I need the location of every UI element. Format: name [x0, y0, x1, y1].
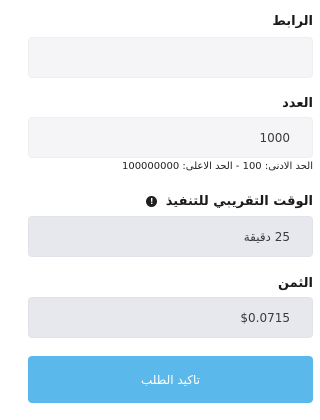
- price-label: الثمن: [277, 276, 313, 291]
- price-value: $0.0715: [240, 311, 290, 325]
- max-limit-value: 100000000: [121, 161, 180, 172]
- info-icon[interactable]: !: [146, 196, 158, 207]
- min-limit-value: 100: [242, 161, 262, 172]
- link-label: الرابط: [272, 14, 313, 29]
- quantity-field-box: [28, 117, 313, 158]
- price-field: $0.0715: [28, 297, 313, 338]
- min-limit-label: الحد الادنى:: [264, 161, 313, 172]
- link-field-box: [28, 37, 313, 78]
- max-limit-label: الحد الاعلى:: [182, 161, 233, 172]
- quantity-label: العدد: [282, 96, 313, 111]
- estimated-time-label: الوقت التقريبي للتنفيذ: [165, 194, 313, 209]
- limit-separator: -: [235, 161, 240, 172]
- quantity-limits-hint: الحد الادنى: 100 - الحد الاعلى: 10000000…: [122, 161, 313, 173]
- estimated-time-label-row: الوقت التقريبي للتنفيذ !: [146, 194, 313, 210]
- quantity-input[interactable]: [29, 118, 312, 157]
- estimated-time-value: 25 دقيقة: [243, 230, 290, 244]
- confirm-order-button[interactable]: تاكيد الطلب: [28, 356, 313, 403]
- link-input[interactable]: [29, 38, 312, 77]
- estimated-time-field: 25 دقيقة: [28, 216, 313, 257]
